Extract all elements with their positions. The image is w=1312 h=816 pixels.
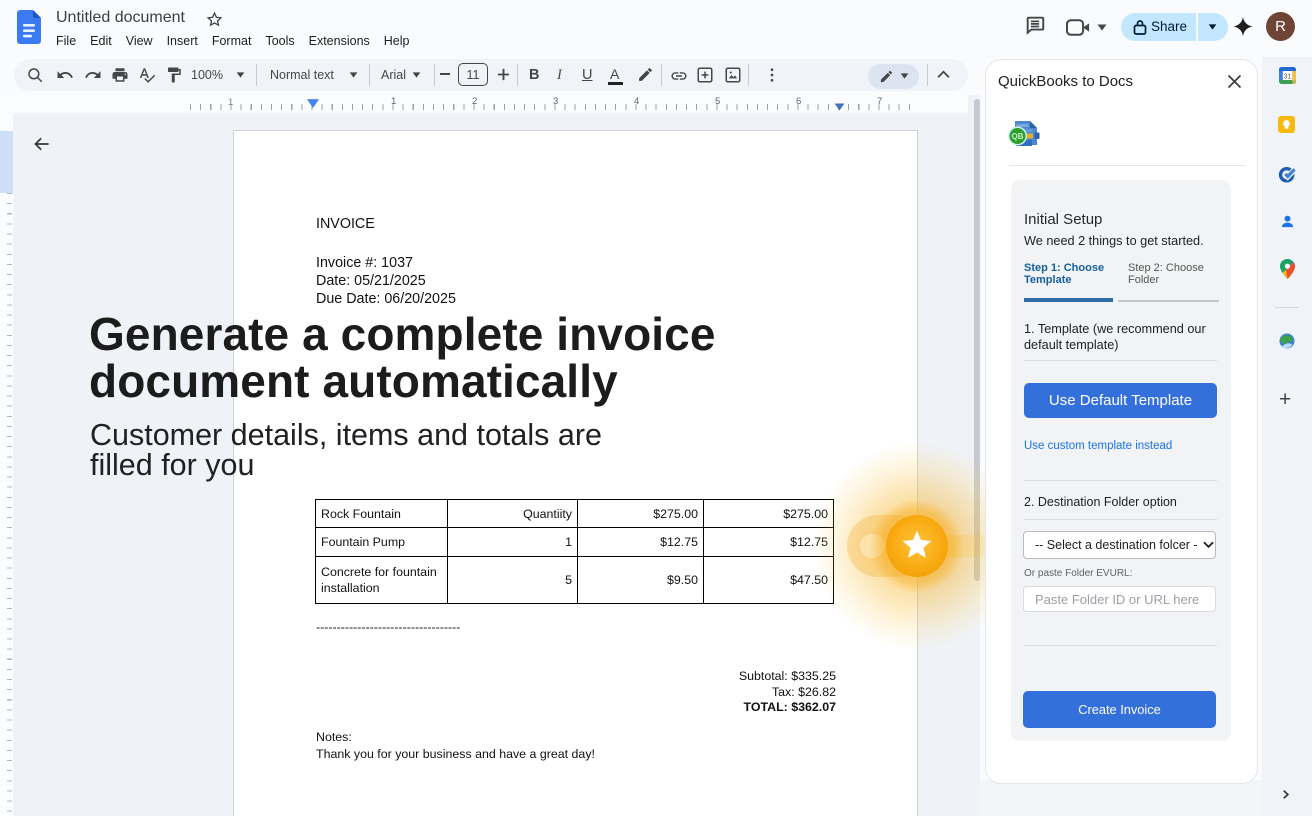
svg-text:31: 31 [1284, 73, 1292, 80]
svg-text:QB: QB [1012, 132, 1024, 141]
